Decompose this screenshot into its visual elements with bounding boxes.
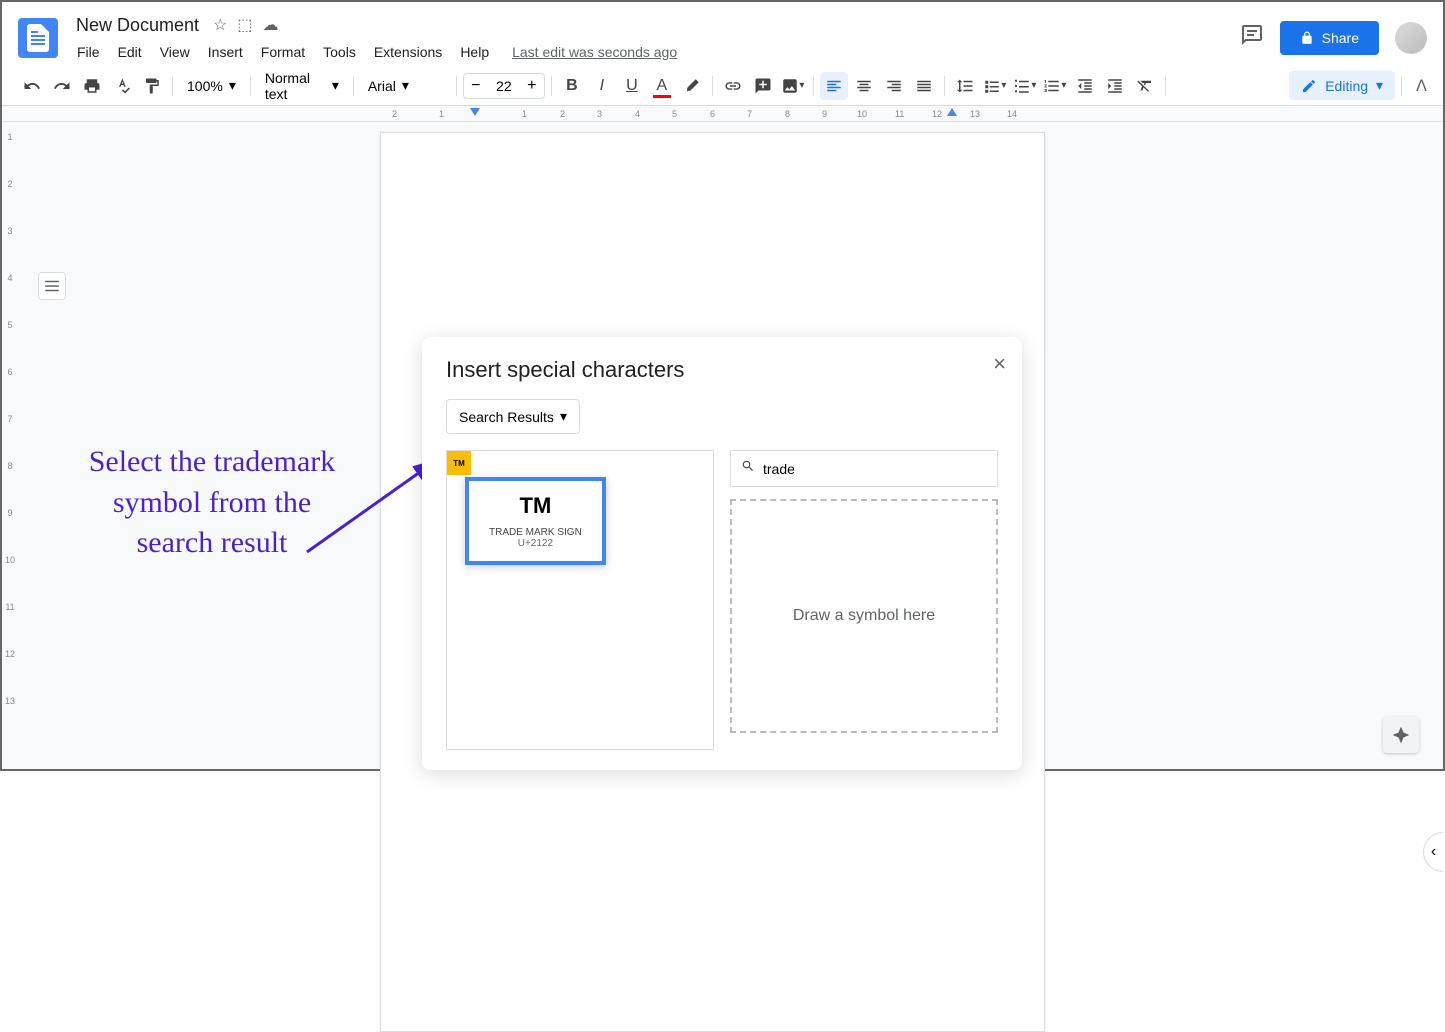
explore-button[interactable] (1383, 717, 1419, 753)
align-center-button[interactable] (850, 72, 878, 100)
align-justify-button[interactable] (910, 72, 938, 100)
spellcheck-button[interactable] (108, 72, 136, 100)
menu-file[interactable]: File (70, 40, 107, 64)
zoom-select[interactable]: 100%▾ (179, 73, 244, 98)
results-panel: TM TM TRADE MARK SIGN U+2122 (446, 450, 714, 750)
increase-indent-button[interactable] (1101, 72, 1129, 100)
special-characters-dialog: × Insert special characters Search Resul… (422, 337, 1022, 770)
menu-insert[interactable]: Insert (201, 40, 250, 64)
annotation-text: Select the trademark symbol from the sea… (77, 442, 347, 564)
insert-link-button[interactable] (719, 72, 747, 100)
category-dropdown[interactable]: Search Results ▾ (446, 399, 580, 434)
undo-button[interactable] (18, 72, 46, 100)
decrease-font-button[interactable]: − (464, 74, 488, 98)
numbered-list-button[interactable]: ▾ (1041, 72, 1069, 100)
cloud-status-icon[interactable]: ☁ (263, 15, 279, 35)
menu-tools[interactable]: Tools (316, 40, 363, 64)
chevron-left-icon: ‹ (1431, 843, 1436, 861)
tooltip-code: U+2122 (489, 538, 582, 549)
font-size-input[interactable] (488, 78, 520, 94)
clear-formatting-button[interactable] (1131, 72, 1159, 100)
bold-button[interactable]: B (558, 72, 586, 100)
dropdown-icon: ▾ (402, 77, 409, 94)
search-icon (741, 459, 755, 478)
menu-help[interactable]: Help (453, 40, 496, 64)
increase-font-button[interactable]: + (520, 74, 544, 98)
tooltip-symbol: TM (489, 493, 582, 519)
menu-edit[interactable]: Edit (111, 40, 149, 64)
dropdown-icon: ▾ (332, 77, 339, 94)
menu-view[interactable]: View (153, 40, 197, 64)
italic-button[interactable]: I (588, 72, 616, 100)
user-avatar[interactable] (1395, 22, 1427, 54)
bulleted-list-button[interactable]: ▾ (1011, 72, 1039, 100)
last-edit-link[interactable]: Last edit was seconds ago (512, 44, 677, 60)
left-indent-marker[interactable] (470, 108, 480, 116)
right-indent-marker[interactable] (947, 108, 957, 116)
dropdown-icon: ▾ (560, 408, 567, 425)
document-title[interactable]: New Document (70, 13, 205, 38)
menu-extensions[interactable]: Extensions (367, 40, 449, 64)
draw-symbol-box[interactable]: Draw a symbol here (730, 499, 998, 733)
hide-menus-button[interactable]: ᐱ (1416, 76, 1427, 96)
canvas: 1 2 3 4 5 6 7 8 9 10 11 12 13 Select the… (2, 122, 1443, 769)
character-tooltip: TM TRADE MARK SIGN U+2122 (465, 477, 606, 565)
comments-icon[interactable] (1240, 23, 1264, 53)
dialog-title: Insert special characters (446, 357, 998, 383)
share-button-label: Share (1322, 30, 1359, 46)
line-spacing-button[interactable] (951, 72, 979, 100)
menu-bar: File Edit View Insert Format Tools Exten… (70, 40, 1240, 64)
paint-format-button[interactable] (138, 72, 166, 100)
redo-button[interactable] (48, 72, 76, 100)
font-select[interactable]: Arial▾ (360, 73, 450, 98)
horizontal-ruler[interactable]: 2 1 1 2 3 4 5 6 7 8 9 10 11 12 13 14 (2, 106, 1443, 122)
vertical-ruler[interactable]: 1 2 3 4 5 6 7 8 9 10 11 12 13 (2, 122, 18, 769)
star-icon[interactable]: ☆ (213, 15, 227, 35)
search-input[interactable] (763, 461, 987, 477)
mode-button[interactable]: Editing ▾ (1289, 71, 1395, 100)
share-button[interactable]: Share (1280, 21, 1379, 55)
checklist-button[interactable]: ▾ (981, 72, 1009, 100)
toolbar: 100%▾ Normal text▾ Arial▾ − + B I U A ▾ … (2, 66, 1443, 106)
style-select[interactable]: Normal text▾ (257, 66, 347, 106)
underline-button[interactable]: U (618, 72, 646, 100)
tooltip-name: TRADE MARK SIGN (489, 527, 582, 538)
insert-image-button[interactable]: ▾ (779, 72, 807, 100)
close-icon[interactable]: × (993, 351, 1006, 377)
docs-logo-icon[interactable] (18, 18, 58, 58)
move-icon[interactable]: ⬚ (237, 15, 252, 35)
text-color-button[interactable]: A (648, 72, 676, 100)
align-left-button[interactable] (820, 72, 848, 100)
add-comment-button[interactable] (749, 72, 777, 100)
trademark-result-cell[interactable]: TM (447, 451, 471, 475)
mode-label: Editing (1325, 78, 1368, 94)
dropdown-icon: ▾ (1376, 77, 1383, 94)
menu-format[interactable]: Format (254, 40, 312, 64)
print-button[interactable] (78, 72, 106, 100)
highlight-button[interactable] (678, 72, 706, 100)
dropdown-icon: ▾ (229, 77, 236, 94)
search-box (730, 450, 998, 487)
decrease-indent-button[interactable] (1071, 72, 1099, 100)
document-outline-button[interactable] (38, 272, 66, 300)
align-right-button[interactable] (880, 72, 908, 100)
side-panel-toggle[interactable]: ‹ (1423, 832, 1443, 872)
header: New Document ☆ ⬚ ☁ File Edit View Insert… (2, 2, 1443, 66)
